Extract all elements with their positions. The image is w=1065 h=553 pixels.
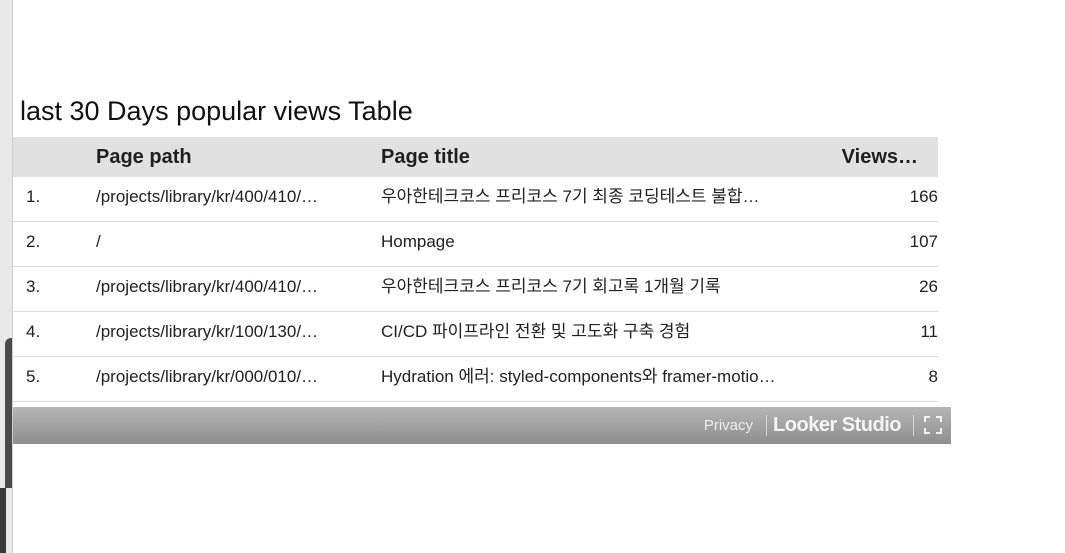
table-row[interactable]: 1. /projects/library/kr/400/410/… 우아한테크코… xyxy=(13,177,938,222)
header-views[interactable]: Views… xyxy=(842,137,918,177)
row-views: 107 xyxy=(909,232,938,251)
row-page-path: / xyxy=(96,232,101,251)
report-canvas: last 30 Days popular views Table Page pa… xyxy=(13,0,951,445)
table-header-row: Page path Page title Views… xyxy=(13,137,938,177)
looker-studio-logo[interactable]: Looker Studio xyxy=(773,407,901,444)
report-footer: Privacy Looker Studio xyxy=(13,407,951,444)
row-page-title: 우아한테크코스 프리코스 7기 최종 코딩테스트 불합… xyxy=(381,187,760,206)
table-row[interactable]: 3. /projects/library/kr/400/410/… 우아한테크코… xyxy=(13,267,938,312)
row-views: 11 xyxy=(920,322,938,341)
row-views: 166 xyxy=(909,187,938,206)
popular-views-table: Page path Page title Views… 1. /projects… xyxy=(13,137,938,402)
row-index: 4. xyxy=(26,322,41,341)
row-index: 3. xyxy=(26,277,41,296)
row-index: 5. xyxy=(26,367,41,386)
table-row[interactable]: 4. /projects/library/kr/100/130/… CI/CD … xyxy=(13,312,938,357)
frame-shadow xyxy=(5,338,12,488)
row-page-path: /projects/library/kr/100/130/… xyxy=(96,322,319,341)
footer-divider xyxy=(913,415,914,436)
row-page-path: /projects/library/kr/400/410/… xyxy=(96,187,319,206)
embed-frame-edge xyxy=(0,0,13,553)
row-page-title: Hompage xyxy=(381,232,455,251)
row-page-path: /projects/library/kr/400/410/… xyxy=(96,277,319,296)
row-page-title: 우아한테크코스 프리코스 7기 회고록 1개월 기록 xyxy=(381,277,721,296)
table-row[interactable]: 2. / Hompage 107 xyxy=(13,222,938,267)
row-page-title: CI/CD 파이프라인 전환 및 고도화 구축 경험 xyxy=(381,322,691,341)
table-title: last 30 Days popular views Table xyxy=(20,96,413,126)
row-page-title: Hydration 에러: styled-components와 framer-… xyxy=(381,367,776,386)
header-page-title[interactable]: Page title xyxy=(381,137,470,177)
privacy-link[interactable]: Privacy xyxy=(704,407,753,444)
row-index: 2. xyxy=(26,232,41,251)
fullscreen-icon[interactable] xyxy=(924,416,942,434)
frame-shadow-bottom xyxy=(0,488,6,553)
row-views: 8 xyxy=(928,367,938,386)
row-page-path: /projects/library/kr/000/010/… xyxy=(96,367,319,386)
footer-divider xyxy=(766,415,767,436)
header-page-path[interactable]: Page path xyxy=(96,137,192,177)
row-views: 26 xyxy=(919,277,938,296)
row-index: 1. xyxy=(26,187,41,206)
table-row[interactable]: 5. /projects/library/kr/000/010/… Hydrat… xyxy=(13,357,938,402)
